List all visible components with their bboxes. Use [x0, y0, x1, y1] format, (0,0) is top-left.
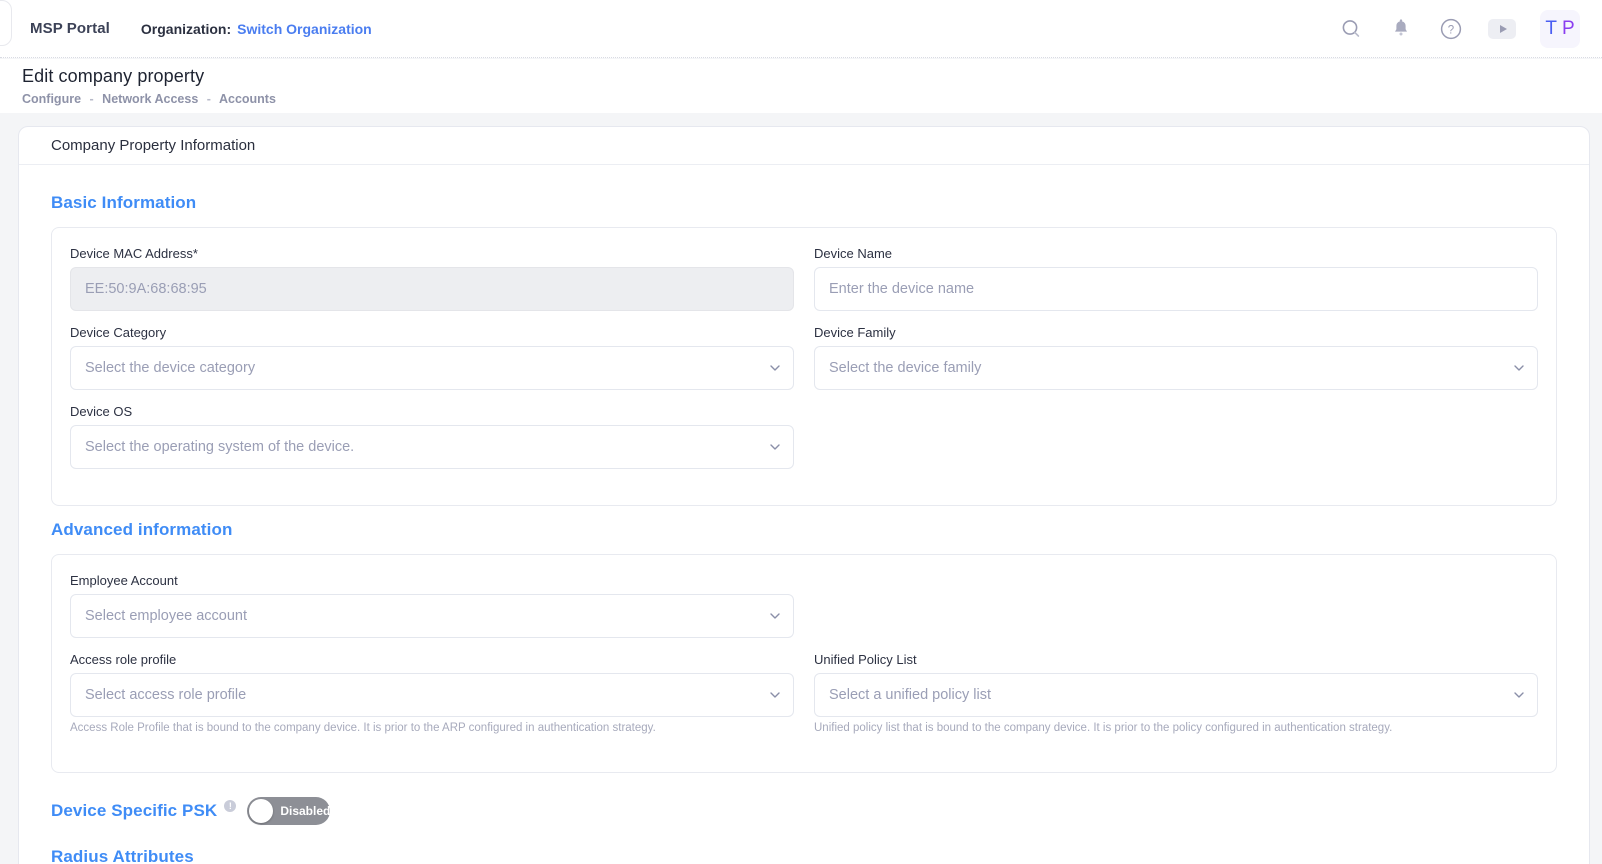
label-unified-policy-list: Unified Policy List	[814, 652, 1538, 667]
section-title-basic-information: Basic Information	[51, 193, 1557, 213]
chevron-down-icon	[1513, 689, 1524, 700]
device-name-input[interactable]: Enter the device name	[814, 267, 1538, 311]
section-title-device-specific-psk: Device Specific PSK	[51, 801, 217, 821]
advanced-grid-row-1: Employee Account Select employee account	[70, 573, 1538, 652]
device-category-placeholder: Select the device category	[85, 360, 255, 376]
device-os-select[interactable]: Select the operating system of the devic…	[70, 425, 794, 469]
basic-grid-row-3: Device OS Select the operating system of…	[70, 404, 1538, 483]
device-mac-address-value: EE:50:9A:68:68:95	[85, 281, 207, 297]
chevron-down-icon	[769, 362, 780, 373]
chevron-down-icon	[769, 610, 780, 621]
device-family-placeholder: Select the device family	[829, 360, 981, 376]
help-text-unified-policy-list: Unified policy list that is bound to the…	[814, 721, 1538, 736]
field-employee-account: Employee Account Select employee account	[70, 573, 794, 638]
brand-title: MSP Portal	[30, 20, 110, 37]
organization-label: Organization:	[141, 21, 231, 37]
company-property-card: Company Property Information Basic Infor…	[18, 126, 1590, 864]
label-employee-account: Employee Account	[70, 573, 794, 588]
breadcrumb-separator: -	[207, 92, 211, 106]
field-device-mac-address: Device MAC Address* EE:50:9A:68:68:95	[70, 246, 794, 311]
basic-grid-row-1: Device MAC Address* EE:50:9A:68:68:95 De…	[70, 246, 1538, 325]
play-icon[interactable]	[1488, 19, 1516, 39]
unified-policy-list-select[interactable]: Select a unified policy list	[814, 673, 1538, 717]
device-family-select[interactable]: Select the device family	[814, 346, 1538, 390]
play-triangle	[1500, 25, 1507, 33]
access-role-profile-placeholder: Select access role profile	[85, 687, 246, 703]
breadcrumb-separator: -	[90, 92, 94, 106]
avatar-initial-first: T	[1545, 18, 1557, 40]
help-circle-icon[interactable]: ?	[1438, 16, 1464, 42]
sidebar-collapse-handle[interactable]	[0, 0, 12, 46]
section-title-advanced-information: Advanced information	[51, 520, 1557, 540]
card-body: Basic Information Device MAC Address* EE…	[19, 165, 1589, 864]
toggle-knob	[249, 799, 273, 823]
avatar-initial-second: P	[1562, 18, 1575, 40]
avatar[interactable]: T P	[1540, 10, 1580, 48]
section-spacer	[51, 506, 1557, 520]
page-title: Edit company property	[22, 66, 1602, 87]
bell-icon[interactable]	[1388, 16, 1414, 42]
svg-text:?: ?	[1448, 24, 1454, 36]
help-text-access-role-profile: Access Role Profile that is bound to the…	[70, 721, 794, 736]
toggle-state-label: Disabled	[280, 804, 330, 818]
label-device-family: Device Family	[814, 325, 1538, 340]
breadcrumb-item-accounts[interactable]: Accounts	[219, 92, 276, 106]
advanced-information-group: Employee Account Select employee account…	[51, 554, 1557, 773]
device-os-placeholder: Select the operating system of the devic…	[85, 439, 354, 455]
field-device-family: Device Family Select the device family	[814, 325, 1538, 390]
employee-account-placeholder: Select employee account	[85, 608, 247, 624]
device-name-placeholder: Enter the device name	[829, 281, 974, 297]
field-device-os: Device OS Select the operating system of…	[70, 404, 794, 469]
switch-organization-link[interactable]: Switch Organization	[237, 21, 372, 37]
label-access-role-profile: Access role profile	[70, 652, 794, 667]
unified-policy-list-placeholder: Select a unified policy list	[829, 687, 991, 703]
page-header: Edit company property Configure - Networ…	[0, 59, 1602, 113]
search-icon[interactable]	[1338, 16, 1364, 42]
top-navigation-bar: MSP Portal Organization: Switch Organiza…	[0, 0, 1602, 58]
access-role-profile-select[interactable]: Select access role profile	[70, 673, 794, 717]
field-unified-policy-list: Unified Policy List Select a unified pol…	[814, 652, 1538, 736]
basic-information-group: Device MAC Address* EE:50:9A:68:68:95 De…	[51, 227, 1557, 506]
basic-grid-row-2: Device Category Select the device catego…	[70, 325, 1538, 404]
app-root: MSP Portal Organization: Switch Organiza…	[0, 0, 1602, 864]
advanced-grid-row-2: Access role profile Select access role p…	[70, 652, 1538, 750]
label-device-os: Device OS	[70, 404, 794, 419]
chevron-down-icon	[769, 689, 780, 700]
breadcrumb: Configure - Network Access - Accounts	[22, 92, 1602, 106]
field-access-role-profile: Access role profile Select access role p…	[70, 652, 794, 736]
device-mac-address-input: EE:50:9A:68:68:95	[70, 267, 794, 311]
device-specific-psk-toggle[interactable]: Disabled	[247, 797, 330, 825]
device-specific-psk-row: Device Specific PSK ! Disabled	[51, 797, 1557, 825]
field-device-name: Device Name Enter the device name	[814, 246, 1538, 311]
label-device-mac-address: Device MAC Address*	[70, 246, 794, 261]
label-device-category: Device Category	[70, 325, 794, 340]
info-icon[interactable]: !	[224, 800, 236, 812]
device-category-select[interactable]: Select the device category	[70, 346, 794, 390]
label-device-name: Device Name	[814, 246, 1538, 261]
top-bar-actions: ? T P	[1338, 10, 1580, 48]
chevron-down-icon	[769, 441, 780, 452]
employee-account-select[interactable]: Select employee account	[70, 594, 794, 638]
card-header-title: Company Property Information	[19, 127, 1589, 165]
section-title-radius-attributes: Radius Attributes	[51, 847, 1557, 864]
breadcrumb-item-network-access[interactable]: Network Access	[102, 92, 198, 106]
field-device-category: Device Category Select the device catego…	[70, 325, 794, 390]
breadcrumb-item-configure[interactable]: Configure	[22, 92, 81, 106]
chevron-down-icon	[1513, 362, 1524, 373]
